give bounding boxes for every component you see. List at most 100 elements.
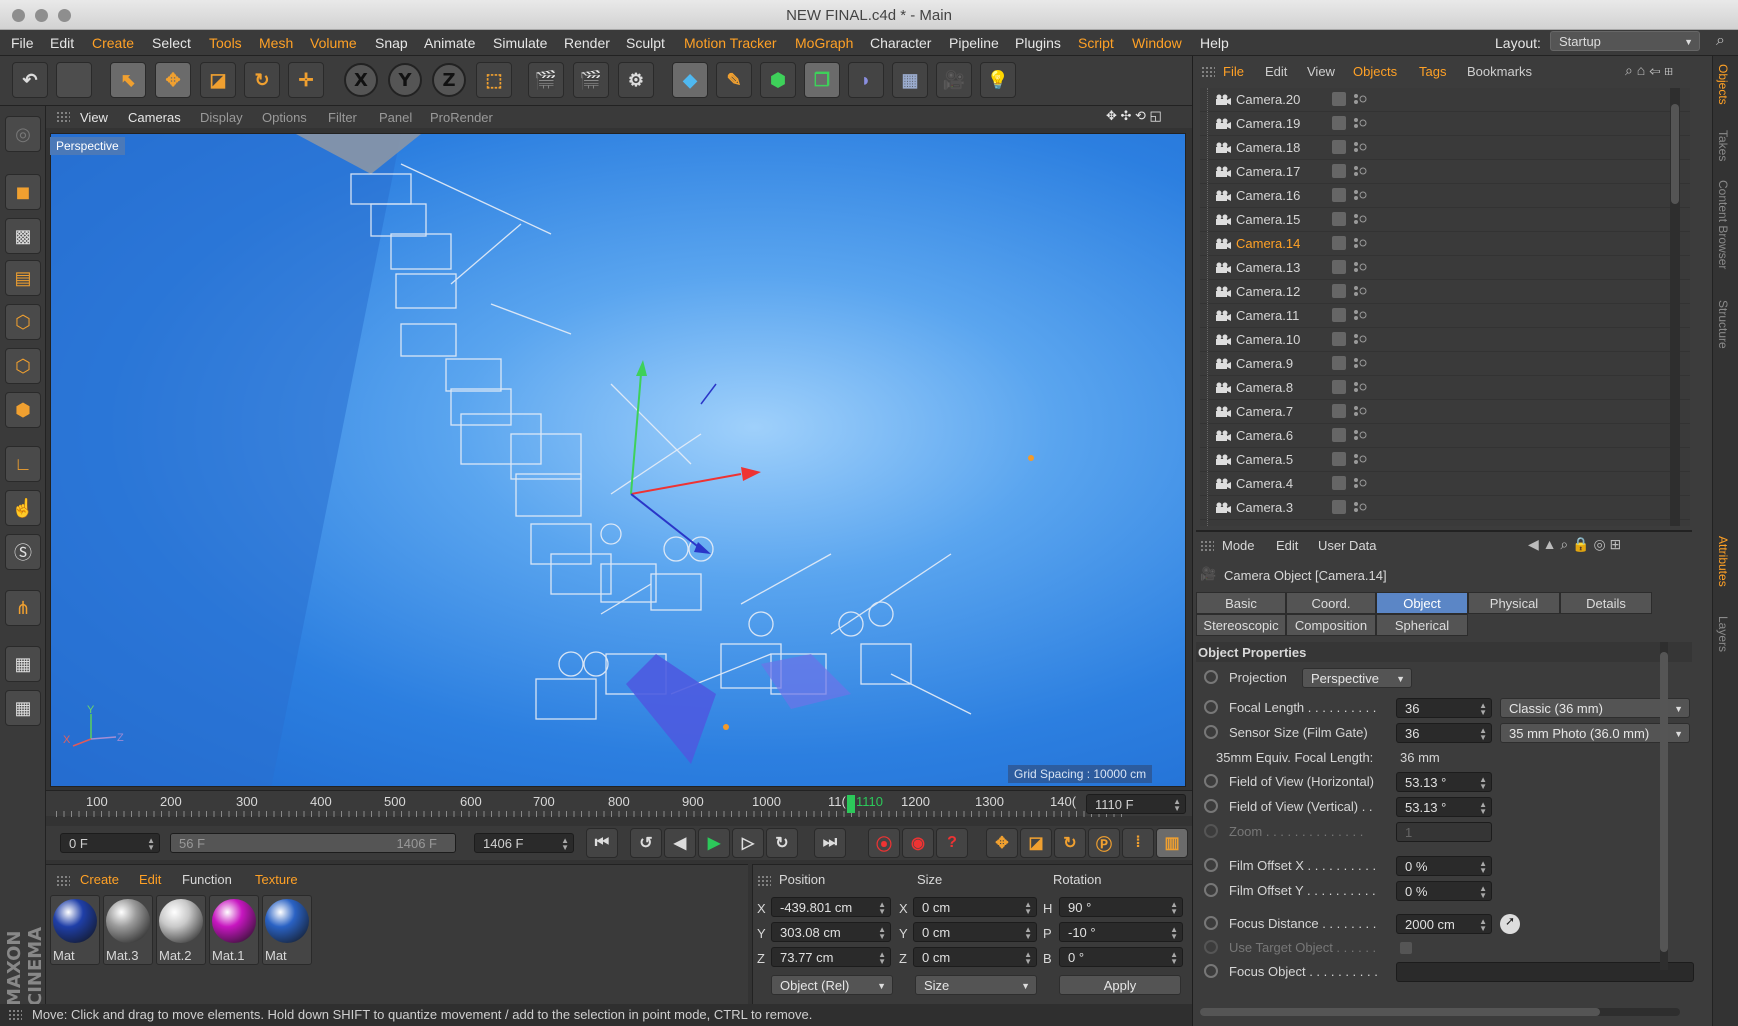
viewport-menu-filter[interactable]: Filter	[328, 110, 357, 125]
focal-length-field[interactable]: 36 ▲ ▼	[1396, 698, 1492, 718]
layer-icon[interactable]	[1332, 164, 1346, 178]
menu-file[interactable]: File	[11, 35, 34, 51]
material-menu-function[interactable]: Function	[182, 872, 232, 887]
side-tab-objects[interactable]: Objects	[1716, 64, 1730, 105]
visibility-dots-icon[interactable]	[1352, 308, 1368, 322]
menu-mesh[interactable]: Mesh	[259, 35, 293, 51]
render-settings-icon[interactable]: ⚙	[618, 62, 654, 98]
animate-icon[interactable]	[1204, 883, 1218, 897]
viewport-menu-panel[interactable]: Panel	[379, 110, 412, 125]
deformer-icon[interactable]: ◗	[848, 62, 884, 98]
attributes-scrollbar[interactable]	[1660, 642, 1668, 970]
layer-icon[interactable]	[1332, 404, 1346, 418]
fov-vertical-field[interactable]: 53.13 ° ▲ ▼	[1396, 797, 1492, 817]
material-menu-edit[interactable]: Edit	[139, 872, 161, 887]
animate-icon[interactable]	[1204, 670, 1218, 684]
axis-mode-icon[interactable]: ∟	[5, 446, 41, 482]
fov-horizontal-field[interactable]: 53.13 ° ▲ ▼	[1396, 772, 1492, 792]
sensor-size-field[interactable]: 36 ▲ ▼	[1396, 723, 1492, 743]
tab-composition[interactable]: Composition	[1286, 614, 1376, 636]
menu-tools[interactable]: Tools	[209, 35, 242, 51]
recent-tools-icon[interactable]: ✛	[288, 62, 324, 98]
texture-mode-icon[interactable]: ▩	[5, 218, 41, 254]
viewport-navigate-icon[interactable]: ✥ ✣ ⟲ ◱	[1106, 108, 1162, 124]
side-tab-structure[interactable]: Structure	[1716, 300, 1730, 349]
viewport-menu-display[interactable]: Display	[200, 110, 243, 125]
light-icon[interactable]: 💡	[980, 62, 1016, 98]
playhead-marker[interactable]	[847, 795, 855, 813]
layer-icon[interactable]	[1332, 500, 1346, 514]
object-row[interactable]: Camera.16	[1200, 184, 1690, 208]
size-field[interactable]: 0 cm ▲ ▼	[913, 897, 1037, 917]
material-swatch[interactable]: Mat.3	[103, 895, 153, 965]
animate-icon[interactable]	[1204, 700, 1218, 714]
workplane-mode-icon[interactable]: ▤	[5, 260, 41, 296]
menu-volume[interactable]: Volume	[310, 35, 357, 51]
menu-help[interactable]: Help	[1200, 35, 1229, 51]
menu-edit[interactable]: Edit	[50, 35, 74, 51]
tweak-mode-icon[interactable]: ☝	[5, 490, 41, 526]
visibility-dots-icon[interactable]	[1352, 428, 1368, 442]
attributes-nav-icon[interactable]: ◀ ▲ ⌕ 🔒 ◎ ⊞	[1528, 536, 1621, 553]
render-picture-viewer-icon[interactable]: 🎬	[573, 62, 609, 98]
rotate-tool-icon[interactable]: ↻	[244, 62, 280, 98]
menu-window[interactable]: Window	[1132, 35, 1182, 51]
side-tab-attributes[interactable]: Attributes	[1716, 536, 1730, 587]
menu-animate[interactable]: Animate	[424, 35, 475, 51]
y-axis-lock-icon[interactable]: Y	[388, 63, 422, 97]
rotation-field[interactable]: 0 ° ▲ ▼	[1059, 947, 1183, 967]
object-row[interactable]: Camera.4	[1200, 472, 1690, 496]
visibility-dots-icon[interactable]	[1352, 188, 1368, 202]
lock-workplane-icon[interactable]: ▦	[5, 646, 41, 682]
apply-button[interactable]: Apply	[1059, 975, 1181, 995]
visibility-dots-icon[interactable]	[1352, 380, 1368, 394]
record-keys-icon[interactable]: ⦿	[868, 828, 900, 858]
go-to-start-icon[interactable]: ⏮	[586, 828, 618, 858]
play-icon[interactable]: ▶	[698, 828, 730, 858]
animate-icon[interactable]	[1204, 858, 1218, 872]
position-field[interactable]: -439.801 cm ▲ ▼	[771, 897, 891, 917]
visibility-dots-icon[interactable]	[1352, 212, 1368, 226]
polygons-mode-icon[interactable]: ⬢	[5, 392, 41, 428]
3d-viewport[interactable]: Y X Z	[50, 133, 1186, 787]
key-rotation-icon[interactable]: ↻	[1054, 828, 1086, 858]
menu-snap[interactable]: Snap	[375, 35, 408, 51]
attributes-horizontal-scrollbar[interactable]	[1200, 1008, 1680, 1016]
object-row[interactable]: Camera.18	[1200, 136, 1690, 160]
solo-icon[interactable]: Ⓢ	[5, 534, 41, 570]
go-to-end-icon[interactable]: ⏭	[814, 828, 846, 858]
visibility-dots-icon[interactable]	[1352, 356, 1368, 370]
next-key-icon[interactable]: ↻	[766, 828, 798, 858]
snap-icon[interactable]: ⋔	[5, 590, 41, 626]
tab-spherical[interactable]: Spherical	[1376, 614, 1468, 636]
search-icon[interactable]: ⌕	[1716, 32, 1725, 50]
make-editable-icon[interactable]: ◎	[5, 116, 41, 152]
visibility-dots-icon[interactable]	[1352, 116, 1368, 130]
keyframe-selection-icon[interactable]: ?	[936, 828, 968, 858]
focus-distance-field[interactable]: 2000 cm ▲ ▼	[1396, 914, 1492, 934]
menu-sculpt[interactable]: Sculpt	[626, 35, 665, 51]
visibility-dots-icon[interactable]	[1352, 452, 1368, 466]
layer-icon[interactable]	[1332, 92, 1346, 106]
next-frame-icon[interactable]: ▷	[732, 828, 764, 858]
current-frame-field[interactable]: 1110 F ▲ ▼	[1086, 794, 1186, 814]
cloner-icon[interactable]: ❒	[804, 62, 840, 98]
autokey-icon[interactable]: ◉	[902, 828, 934, 858]
menu-motion-tracker[interactable]: Motion Tracker	[684, 35, 777, 51]
preview-range-slider[interactable]: 56 F 1406 F	[170, 833, 456, 853]
render-view-icon[interactable]: 🎬	[528, 62, 564, 98]
side-tab-layers[interactable]: Layers	[1716, 616, 1730, 652]
end-frame-field[interactable]: 1406 F ▲ ▼	[474, 833, 574, 853]
viewport-menu-cameras[interactable]: Cameras	[128, 110, 181, 125]
visibility-dots-icon[interactable]	[1352, 500, 1368, 514]
visibility-dots-icon[interactable]	[1352, 236, 1368, 250]
pick-cursor-icon[interactable]: ➚	[1500, 914, 1520, 934]
object-row[interactable]: Camera.11	[1200, 304, 1690, 328]
layer-icon[interactable]	[1332, 236, 1346, 250]
object-row[interactable]: Camera.14	[1200, 232, 1690, 256]
animate-icon[interactable]	[1204, 916, 1218, 930]
material-swatch[interactable]: Mat	[262, 895, 312, 965]
object-row[interactable]: Camera.20	[1200, 88, 1690, 112]
object-row[interactable]: Camera.17	[1200, 160, 1690, 184]
pen-spline-icon[interactable]: ✎	[716, 62, 752, 98]
